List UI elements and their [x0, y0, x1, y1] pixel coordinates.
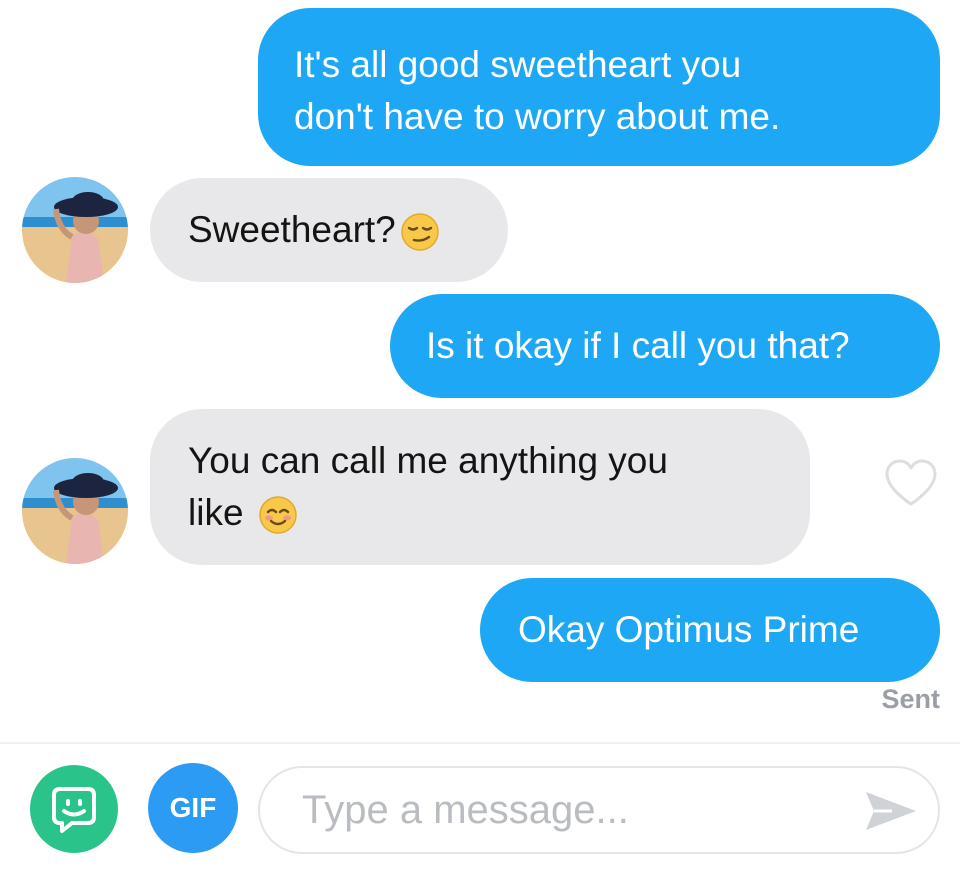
avatar[interactable]: [22, 458, 128, 564]
message-input-placeholder: Type a message...: [302, 788, 629, 832]
avatar[interactable]: [22, 177, 128, 283]
heart-icon[interactable]: [883, 458, 939, 508]
sent-status: Sent: [881, 684, 940, 714]
smirk-emoji-icon: [401, 213, 439, 251]
message-text: You can call me anything you: [188, 440, 668, 481]
bitmoji-icon: [52, 787, 96, 833]
message-text: Is it okay if I call you that?: [426, 325, 850, 366]
gif-button[interactable]: GIF: [148, 763, 238, 853]
outgoing-message-bubble[interactable]: Okay Optimus Prime: [480, 578, 940, 682]
message-text: Sweetheart?: [188, 209, 396, 250]
incoming-message-bubble[interactable]: You can call me anything you like: [150, 409, 810, 565]
bitmoji-button[interactable]: [30, 765, 118, 853]
message-text: like: [188, 492, 244, 533]
composer-divider: [0, 742, 960, 744]
message-text: It's all good sweetheart you: [294, 44, 742, 85]
message-text: Okay Optimus Prime: [518, 609, 860, 650]
message-input[interactable]: Type a message...: [258, 766, 940, 854]
smiling-emoji-icon: [258, 496, 297, 534]
message-text: don't have to worry about me.: [294, 96, 781, 137]
outgoing-message-bubble[interactable]: It's all good sweetheart you don't have …: [258, 8, 940, 166]
outgoing-message-bubble[interactable]: Is it okay if I call you that?: [390, 294, 940, 398]
send-icon[interactable]: [862, 786, 920, 836]
incoming-message-bubble[interactable]: Sweetheart?: [150, 178, 508, 282]
